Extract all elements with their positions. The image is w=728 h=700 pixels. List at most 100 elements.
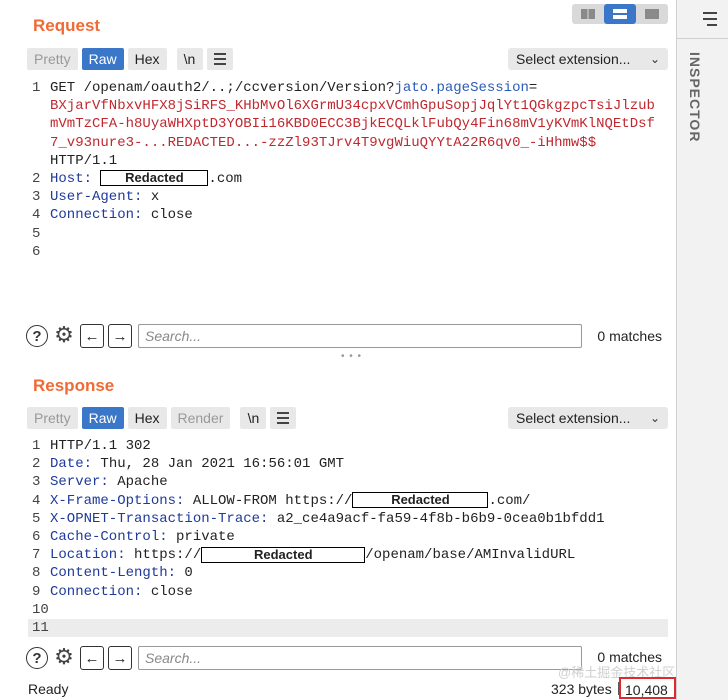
line-content: GET /openam/oauth2/..;/ccversion/Version… <box>50 79 668 97</box>
line-number: 4 <box>32 207 41 224</box>
line-number: 2 <box>32 456 41 473</box>
header-value: close <box>142 207 193 224</box>
query-param-value: mVmTzCFA-h8UyaWHXptD3YOBIi16KBD0ECC3BjkE… <box>50 116 655 133</box>
status-ready: Ready <box>28 681 69 697</box>
request-tab-hex[interactable]: Hex <box>127 48 167 70</box>
response-select-extension[interactable]: Select extension... ⌄ <box>508 407 668 429</box>
inspector-panel: INSPECTOR <box>676 0 728 700</box>
line-number: 10 <box>32 601 49 618</box>
request-title: Request <box>33 16 101 35</box>
line-number: 8 <box>32 565 41 582</box>
response-tab-raw[interactable]: Raw <box>81 407 124 429</box>
response-line: 3 Server: Apache <box>28 473 668 491</box>
menu-icon <box>213 53 226 65</box>
layout-tabs-button[interactable] <box>636 4 668 24</box>
search-next-button[interactable]: → <box>108 324 132 348</box>
request-menu-button[interactable] <box>206 48 233 70</box>
line-number: 9 <box>32 583 41 600</box>
line-content: Date: Thu, 28 Jan 2021 16:56:01 GMT <box>50 455 668 473</box>
request-line: HTTP/1.1 <box>28 152 668 170</box>
response-line: 6 Cache-Control: private <box>28 528 668 546</box>
header-name: User-Agent: <box>50 189 143 206</box>
response-line: 1 HTTP/1.1 302 <box>28 437 668 455</box>
status-bar: Ready 323 bytes | 10,408 millis <box>0 677 676 700</box>
inspector-menu-icon[interactable] <box>689 8 717 30</box>
line-number: 3 <box>32 474 41 491</box>
request-line: 2 Host: Redacted .com <box>28 170 668 188</box>
search-previous-button[interactable]: ← <box>80 646 104 670</box>
header-name: Connection: <box>50 583 143 600</box>
search-next-button[interactable]: → <box>108 646 132 670</box>
redaction-box: Redacted <box>352 491 489 508</box>
response-search-input[interactable] <box>138 646 582 670</box>
header-name: Date: <box>50 456 93 473</box>
gear-icon[interactable]: ⚙ <box>52 646 76 670</box>
help-icon[interactable]: ? <box>26 325 48 347</box>
redaction-box: Redacted <box>201 546 366 563</box>
request-line: 7_v93nure3-...REDACTED...-zzZl93TJrv4T9v… <box>28 134 668 152</box>
request-tab-raw[interactable]: Raw <box>81 48 124 70</box>
response-newline-toggle[interactable]: \n <box>240 407 267 429</box>
status-line: HTTP/1.1 302 <box>50 438 151 454</box>
query-param-value: BXjarVfNbxvHFX8jSiRFS_KHbMvOl6XGrmU34cpx… <box>50 98 655 115</box>
gear-icon[interactable]: ⚙ <box>52 324 76 348</box>
response-line: 5 X-OPNET-Transaction-Trace: a2_ce4a9acf… <box>28 510 668 528</box>
header-name: Host: <box>50 171 93 188</box>
request-select-extension[interactable]: Select extension... ⌄ <box>508 48 668 70</box>
request-line: 1 GET /openam/oauth2/..;/ccversion/Versi… <box>28 79 668 97</box>
header-value: Thu, 28 Jan 2021 16:56:01 GMT <box>92 456 345 473</box>
response-title: Response <box>33 376 115 395</box>
response-tab-render[interactable]: Render <box>170 407 231 429</box>
app-window: Request Pretty Raw Hex \n Select extensi… <box>0 0 728 700</box>
line-number: 4 <box>32 492 41 509</box>
chevron-down-icon: ⌄ <box>649 411 660 425</box>
layout-stacked-button[interactable] <box>604 4 636 24</box>
header-name: Location: <box>50 547 126 564</box>
status-response-time: 10,408 millis <box>619 677 676 700</box>
rows-icon <box>613 9 627 19</box>
header-value: .com <box>208 171 243 188</box>
response-menu-button[interactable] <box>270 407 297 429</box>
response-tabbar: Pretty Raw Hex Render \n <box>27 407 297 429</box>
request-searchbar: ? ⚙ ← → 0 matches <box>26 323 672 349</box>
request-matches-count: 0 matches <box>597 328 662 344</box>
request-select-extension-label: Select extension... <box>516 51 631 67</box>
header-value: close <box>142 583 193 600</box>
pane-resize-handle[interactable]: • • • <box>341 351 362 362</box>
search-previous-button[interactable]: ← <box>80 324 104 348</box>
response-line: 7 Location: https://Redacted/openam/base… <box>28 546 668 564</box>
divider <box>677 38 728 39</box>
request-line: mVmTzCFA-h8UyaWHXptD3YOBIi16KBD0ECC3BjkE… <box>28 115 668 133</box>
query-equals: = <box>528 80 538 96</box>
request-line: BXjarVfNbxvHFX8jSiRFS_KHbMvOl6XGrmU34cpx… <box>28 97 668 115</box>
header-name: Server: <box>50 474 109 491</box>
line-number: 5 <box>32 225 41 242</box>
header-value: Apache <box>108 474 168 491</box>
inspector-tab[interactable]: INSPECTOR <box>687 52 703 142</box>
request-newline-toggle[interactable]: \n <box>176 48 203 70</box>
response-tab-hex[interactable]: Hex <box>127 407 167 429</box>
header-value: ALLOW-FROM https:// <box>184 492 353 509</box>
menu-icon <box>277 412 290 424</box>
header-value: .com/ <box>488 492 531 509</box>
response-tab-pretty[interactable]: Pretty <box>27 407 78 429</box>
request-search-input[interactable] <box>138 324 582 348</box>
help-icon[interactable]: ? <box>26 647 48 669</box>
chevron-down-icon: ⌄ <box>649 52 660 66</box>
line-content: Server: Apache <box>50 473 668 491</box>
response-select-extension-label: Select extension... <box>516 410 631 426</box>
request-line: 3 User-Agent: x <box>28 188 668 206</box>
line-content: Location: https://Redacted/openam/base/A… <box>50 546 668 564</box>
columns-icon <box>581 9 595 19</box>
query-param-name: jato.pageSession <box>394 80 529 96</box>
response-editor[interactable]: 1 HTTP/1.1 302 2 Date: Thu, 28 Jan 2021 … <box>28 437 668 638</box>
line-content: Connection: close <box>50 583 668 601</box>
layout-toggle <box>572 4 668 24</box>
line-number: 2 <box>32 171 41 188</box>
request-editor[interactable]: 1 GET /openam/oauth2/..;/ccversion/Versi… <box>28 79 668 261</box>
single-pane-icon <box>645 9 659 19</box>
line-content: User-Agent: x <box>50 188 668 206</box>
layout-side-by-side-button[interactable] <box>572 4 604 24</box>
request-tab-pretty[interactable]: Pretty <box>27 48 78 70</box>
header-name: Cache-Control: <box>50 529 168 546</box>
